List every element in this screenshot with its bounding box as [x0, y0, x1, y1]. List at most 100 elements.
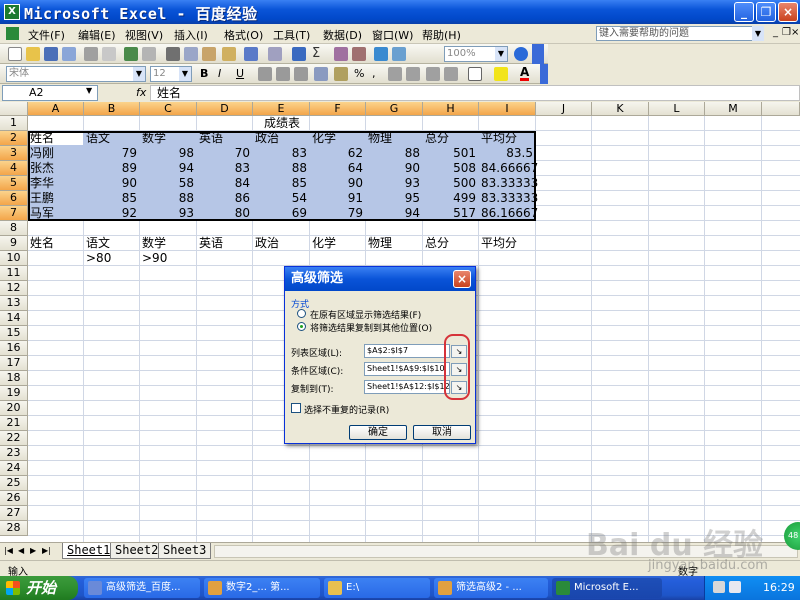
data-cell[interactable]: 84.66667 [481, 161, 538, 177]
menu-format[interactable]: 格式(O) [224, 27, 263, 43]
redo-icon[interactable] [268, 47, 282, 61]
data-cell[interactable]: 54 [255, 191, 310, 207]
cut-icon[interactable] [166, 47, 180, 61]
data-cell[interactable]: 499 [425, 191, 479, 207]
doc-close-button[interactable]: × [791, 27, 799, 38]
row-header-25[interactable]: 25 [0, 476, 28, 491]
column-header-d[interactable]: D [197, 102, 253, 116]
print-icon[interactable] [84, 47, 98, 61]
header-cell[interactable]: 数学 [142, 131, 197, 147]
header-cell[interactable]: 化学 [312, 131, 366, 147]
decrease-indent-icon[interactable] [426, 67, 440, 81]
data-cell[interactable]: 马军 [30, 206, 84, 222]
criteria-cell[interactable]: >80 [86, 251, 140, 267]
autosum-icon[interactable]: Σ [312, 46, 320, 61]
data-cell[interactable]: 83.5 [481, 146, 536, 162]
header-cell[interactable]: 物理 [368, 131, 423, 147]
header-cell[interactable]: 平均分 [481, 131, 536, 147]
row-header-20[interactable]: 20 [0, 401, 28, 416]
open-icon[interactable] [26, 47, 40, 61]
data-cell[interactable]: 94 [368, 206, 423, 222]
task-item[interactable]: 高级筛选_百度... [84, 578, 200, 598]
row-header-15[interactable]: 15 [0, 326, 28, 341]
percent-button[interactable]: % [354, 67, 364, 80]
data-cell[interactable]: 83.33333 [481, 176, 538, 192]
row-header-1[interactable]: 1 [0, 116, 28, 131]
menu-data[interactable]: 数据(D) [323, 27, 362, 43]
row-header-5[interactable]: 5 [0, 176, 28, 191]
data-cell[interactable]: 94 [142, 161, 197, 177]
row-header-9[interactable]: 9 [0, 236, 28, 251]
volume-icon[interactable] [729, 581, 741, 593]
header-cell[interactable]: 语文 [86, 131, 140, 147]
data-cell[interactable]: 508 [425, 161, 479, 177]
option-filter-in-place[interactable]: 在原有区域显示筛选结果(F) [310, 308, 421, 321]
criteria-header-cell[interactable]: 英语 [199, 236, 253, 252]
row-header-26[interactable]: 26 [0, 491, 28, 506]
print-preview-icon[interactable] [102, 47, 116, 61]
row-header-22[interactable]: 22 [0, 431, 28, 446]
column-header-e[interactable]: E [253, 102, 310, 116]
radio-filter-in-place[interactable] [297, 309, 306, 318]
column-header-f[interactable]: F [310, 102, 366, 116]
cancel-button[interactable]: 取消 [413, 425, 471, 440]
help-icon[interactable] [514, 47, 528, 61]
criteria-cell[interactable]: >90 [142, 251, 197, 267]
paste-icon[interactable] [202, 47, 216, 61]
option-copy-to-location[interactable]: 将筛选结果复制到其他位置(O) [310, 321, 432, 334]
criteria-header-cell[interactable]: 化学 [312, 236, 366, 252]
menu-insert[interactable]: 插入(I) [174, 27, 208, 43]
row-header-23[interactable]: 23 [0, 446, 28, 461]
copy-icon[interactable] [184, 47, 198, 61]
bold-button[interactable]: B [200, 67, 208, 80]
column-header-b[interactable]: B [84, 102, 140, 116]
new-icon[interactable] [8, 47, 22, 61]
font-size-select[interactable]: 12 ▼ [150, 66, 192, 82]
row-header-10[interactable]: 10 [0, 251, 28, 266]
data-cell[interactable]: 64 [312, 161, 366, 177]
data-cell[interactable]: 83 [255, 146, 310, 162]
font-color-button[interactable]: A [520, 66, 530, 81]
help-dropdown-arrow[interactable]: ▼ [752, 26, 764, 41]
doc-restore-button[interactable]: ❐ [782, 27, 791, 38]
network-icon[interactable] [713, 581, 725, 593]
row-header-11[interactable]: 11 [0, 266, 28, 281]
task-item[interactable]: E:\ [324, 578, 430, 598]
chevron-down-icon[interactable]: ▼ [86, 86, 92, 95]
tab-sheet2[interactable]: Sheet2 [110, 543, 164, 559]
data-cell[interactable]: 70 [199, 146, 253, 162]
select-all-corner[interactable] [0, 102, 28, 116]
zoom-select[interactable]: 100% ▼ [444, 46, 508, 62]
row-header-7[interactable]: 7 [0, 206, 28, 221]
underline-button[interactable]: U [236, 67, 244, 80]
data-cell[interactable]: 98 [142, 146, 197, 162]
column-header-k[interactable]: K [592, 102, 649, 116]
header-cell[interactable]: 政治 [255, 131, 310, 147]
drawing-icon[interactable] [392, 47, 406, 61]
data-cell[interactable]: 501 [425, 146, 479, 162]
copy-to-input[interactable]: Sheet1!$A$12:$I$12 [364, 380, 450, 394]
borders-icon[interactable] [468, 67, 482, 81]
data-cell[interactable]: 79 [312, 206, 366, 222]
header-cell[interactable]: 总分 [425, 131, 479, 147]
data-cell[interactable]: 王鹏 [30, 191, 84, 207]
menu-help[interactable]: 帮助(H) [422, 27, 461, 43]
row-header-12[interactable]: 12 [0, 281, 28, 296]
data-cell[interactable]: 93 [368, 176, 423, 192]
task-item[interactable]: 数字2_... 第... [204, 578, 320, 598]
last-sheet-button[interactable]: ▶| [42, 546, 51, 555]
excel-icon[interactable]: X [4, 4, 20, 20]
sheet-title-cell[interactable]: 成绩表 [28, 116, 536, 132]
tab-sheet1[interactable]: Sheet1 [62, 543, 116, 559]
data-cell[interactable]: 90 [368, 161, 423, 177]
data-cell[interactable]: 张杰 [30, 161, 84, 177]
column-header-h[interactable]: H [423, 102, 479, 116]
align-right-icon[interactable] [294, 67, 308, 81]
radio-copy-to-location[interactable] [297, 322, 306, 331]
align-center-icon[interactable] [276, 67, 290, 81]
row-header-4[interactable]: 4 [0, 161, 28, 176]
tab-sheet3[interactable]: Sheet3 [158, 543, 212, 559]
first-sheet-button[interactable]: |◀ [4, 546, 13, 555]
row-header-6[interactable]: 6 [0, 191, 28, 206]
data-cell[interactable]: 89 [86, 161, 140, 177]
